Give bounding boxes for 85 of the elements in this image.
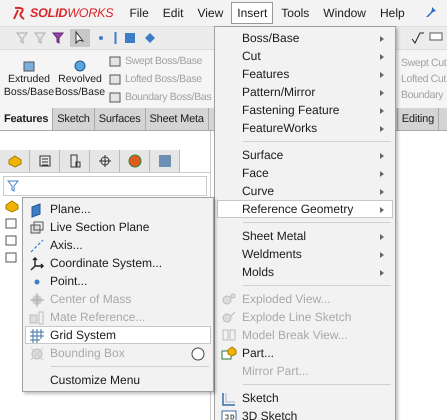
- menu-item[interactable]: Curve: [217, 182, 393, 200]
- appearance-icon: [128, 154, 142, 168]
- submenu-arrow-icon: [380, 270, 384, 276]
- menu-item[interactable]: Pattern/Mirror: [217, 83, 393, 101]
- section-plane-icon: [29, 220, 45, 236]
- tab[interactable]: Surfaces: [94, 108, 146, 130]
- submenu-arrow-icon: [380, 252, 384, 258]
- menu-item[interactable]: Surface: [217, 146, 393, 164]
- menu-item[interactable]: Live Section Plane: [25, 218, 211, 236]
- menu-item[interactable]: Point...: [25, 272, 211, 290]
- menu-item[interactable]: Face: [217, 164, 393, 182]
- feature-icon: [108, 90, 122, 104]
- brand-logo-text: SOLIDWORKS: [30, 6, 114, 20]
- menu-bar-item[interactable]: File: [123, 2, 155, 24]
- filter-icon: [7, 179, 19, 193]
- panel-tab[interactable]: [90, 150, 120, 172]
- submenu-arrow-icon: [380, 72, 384, 78]
- display-icon: [158, 154, 172, 168]
- menu-item[interactable]: Customize Menu: [25, 371, 211, 389]
- menu-item[interactable]: Weldments: [217, 245, 393, 263]
- config-icon: [68, 154, 82, 168]
- menu-item[interactable]: Plane...: [25, 200, 211, 218]
- submenu-arrow-icon: [380, 153, 384, 159]
- submenu-arrow-icon: [380, 108, 384, 114]
- part-icon: [4, 199, 20, 213]
- panel-tab[interactable]: [60, 150, 90, 172]
- filter-icon: [16, 31, 28, 45]
- menu-item[interactable]: Molds: [217, 263, 393, 281]
- menu-bar-item[interactable]: Tools: [275, 2, 316, 24]
- menu-item[interactable]: Part...: [217, 344, 393, 362]
- exploded-view-icon: [221, 292, 237, 306]
- menu-item[interactable]: Sketch: [217, 389, 393, 407]
- feature-icon: [108, 54, 122, 68]
- pin-icon: [424, 6, 437, 18]
- submenu-arrow-icon: [380, 207, 384, 213]
- command-button[interactable]: Revolved Boss/Base: [55, 59, 105, 99]
- submenu-arrow-icon: [380, 54, 384, 60]
- explode-line-sketch-icon: [221, 310, 237, 324]
- help-icon: [190, 346, 206, 362]
- submenu-arrow-icon: [380, 36, 384, 42]
- bounding-box-icon: [29, 346, 45, 362]
- menu-item[interactable]: Grid System: [25, 326, 211, 344]
- extrude-icon: [22, 59, 36, 73]
- menu-bar-item[interactable]: Edit: [156, 2, 190, 24]
- part-icon: [221, 346, 237, 360]
- tab[interactable]: Features: [0, 108, 54, 130]
- submenu-arrow-icon: [380, 189, 384, 195]
- menu-item[interactable]: Features: [217, 65, 393, 83]
- menu-item[interactable]: Axis...: [25, 236, 211, 254]
- filter-field[interactable]: [3, 176, 207, 196]
- menu-item[interactable]: FeatureWorks: [217, 119, 393, 137]
- sketch-icon: [221, 391, 237, 407]
- tab[interactable]: Editing: [396, 108, 439, 130]
- grid-system-icon: [29, 328, 45, 344]
- menu-item[interactable]: Coordinate System...: [25, 254, 211, 272]
- filter-icon: [52, 31, 64, 45]
- menu-bar-item[interactable]: Help: [374, 2, 411, 24]
- part-icon: [6, 154, 22, 168]
- revolve-icon: [73, 59, 87, 73]
- menu-item[interactable]: 3D Sketch: [217, 407, 393, 420]
- submenu-arrow-icon: [380, 171, 384, 177]
- menu-item[interactable]: Sheet Metal: [217, 227, 393, 245]
- menu-bar-item[interactable]: Insert: [231, 2, 274, 24]
- submenu-arrow-icon: [380, 90, 384, 96]
- submenu-arrow-icon: [380, 234, 384, 240]
- filter-icon: [34, 31, 46, 45]
- menu-item[interactable]: Cut: [217, 47, 393, 65]
- line-icon: [114, 32, 117, 44]
- crosshair-icon: [98, 154, 112, 168]
- command-button[interactable]: Extruded Boss/Base: [4, 59, 54, 99]
- menu-bar-item[interactable]: View: [191, 2, 230, 24]
- axis-icon: [29, 238, 45, 254]
- coordinate-system-icon: [29, 256, 45, 272]
- menu-item[interactable]: Fastening Feature: [217, 101, 393, 119]
- submenu-arrow-icon: [380, 126, 384, 132]
- check-icon: [411, 31, 425, 45]
- tab[interactable]: Sheet Meta: [146, 108, 209, 130]
- list-icon: [38, 154, 52, 168]
- panel-tab[interactable]: [30, 150, 60, 172]
- mate-reference-icon: [29, 310, 45, 326]
- model-break-view-icon: [221, 328, 237, 342]
- menu-bar-item[interactable]: Window: [317, 2, 372, 24]
- menu-item[interactable]: Reference Geometry: [217, 200, 393, 218]
- feature-icon: [108, 72, 122, 86]
- center-of-mass-icon: [29, 292, 45, 308]
